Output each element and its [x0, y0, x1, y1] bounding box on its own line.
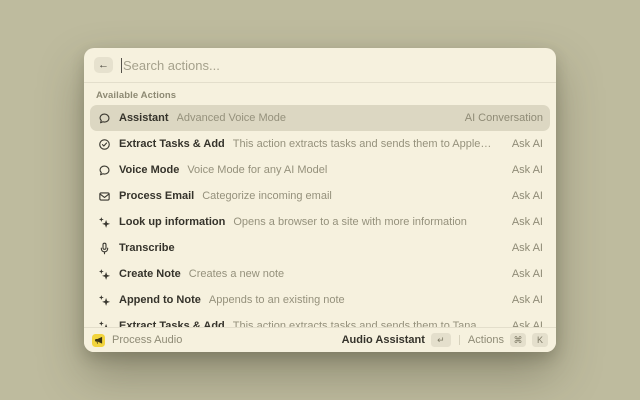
return-keycap[interactable]: ↵	[431, 333, 451, 347]
list-item-subtitle: Appends to an existing note	[209, 294, 345, 306]
list-item-extract-tasks-tana[interactable]: Extract Tasks & Add This action extracts…	[90, 313, 550, 327]
chat-bubble-icon	[97, 163, 111, 177]
list-item-title: Process Email	[119, 190, 194, 202]
sparkles-icon	[97, 319, 111, 327]
list-item-accessory: Ask AI	[502, 164, 543, 176]
search-input[interactable]	[123, 58, 546, 73]
command-palette-window: ← Available Actions Assistant Advanced V…	[84, 48, 556, 352]
microphone-icon	[97, 241, 111, 255]
back-button[interactable]: ←	[94, 57, 113, 73]
list-item-title: Extract Tasks & Add	[119, 320, 225, 327]
list-item-title: Transcribe	[119, 242, 175, 254]
back-arrow-icon: ←	[98, 59, 109, 71]
list-item-voice-mode[interactable]: Voice Mode Voice Mode for any AI Model A…	[90, 157, 550, 183]
list-item-extract-tasks-reminders[interactable]: Extract Tasks & Add This action extracts…	[90, 131, 550, 157]
actions-menu-label[interactable]: Actions	[468, 334, 504, 346]
envelope-icon	[97, 189, 111, 203]
actions-list: Available Actions Assistant Advanced Voi…	[84, 83, 556, 327]
list-item-subtitle: Advanced Voice Mode	[177, 112, 286, 124]
list-item-title: Assistant	[119, 112, 169, 124]
megaphone-app-icon	[92, 334, 105, 347]
list-item-create-note[interactable]: Create Note Creates a new note Ask AI	[90, 261, 550, 287]
status-bar: Process Audio Audio Assistant ↵ Actions …	[84, 327, 556, 352]
list-item-transcribe[interactable]: Transcribe Ask AI	[90, 235, 550, 261]
sparkles-icon	[97, 215, 111, 229]
list-item-title: Look up information	[119, 216, 225, 228]
list-item-subtitle: Opens a browser to a site with more info…	[233, 216, 467, 228]
text-caret	[121, 58, 122, 73]
footer-actions-area: Audio Assistant ↵ Actions ⌘ K	[342, 333, 548, 347]
list-item-assistant[interactable]: Assistant Advanced Voice Mode AI Convers…	[90, 105, 550, 131]
list-item-subtitle: This action extracts tasks and sends the…	[233, 320, 477, 327]
list-item-accessory: Ask AI	[502, 242, 543, 254]
list-item-process-email[interactable]: Process Email Categorize incoming email …	[90, 183, 550, 209]
list-item-append-to-note[interactable]: Append to Note Appends to an existing no…	[90, 287, 550, 313]
section-header: Available Actions	[90, 83, 550, 105]
sparkles-icon	[97, 293, 111, 307]
k-keycap[interactable]: K	[532, 333, 548, 347]
check-circle-icon	[97, 137, 111, 151]
chat-bubble-icon	[97, 111, 111, 125]
footer-divider	[459, 335, 460, 345]
list-item-accessory: Ask AI	[502, 268, 543, 280]
list-item-accessory: Ask AI	[502, 294, 543, 306]
list-item-subtitle: Categorize incoming email	[202, 190, 332, 202]
footer-app-name: Process Audio	[112, 334, 182, 346]
list-item-accessory: Ask AI	[502, 320, 543, 327]
list-item-subtitle: This action extracts tasks and sends the…	[233, 138, 494, 150]
list-item-accessory: Ask AI	[502, 216, 543, 228]
list-item-subtitle: Voice Mode for any AI Model	[187, 164, 327, 176]
list-item-title: Voice Mode	[119, 164, 179, 176]
list-item-title: Create Note	[119, 268, 181, 280]
primary-action-label[interactable]: Audio Assistant	[342, 334, 425, 346]
list-item-accessory: Ask AI	[502, 138, 543, 150]
list-item-title: Extract Tasks & Add	[119, 138, 225, 150]
command-keycap[interactable]: ⌘	[510, 333, 526, 347]
list-item-subtitle: Creates a new note	[189, 268, 284, 280]
list-item-look-up-information[interactable]: Look up information Opens a browser to a…	[90, 209, 550, 235]
list-item-title: Append to Note	[119, 294, 201, 306]
list-item-accessory: Ask AI	[502, 190, 543, 202]
search-field-wrap	[121, 58, 546, 73]
list-item-accessory: AI Conversation	[455, 112, 543, 124]
sparkles-icon	[97, 267, 111, 281]
search-bar: ←	[84, 48, 556, 83]
